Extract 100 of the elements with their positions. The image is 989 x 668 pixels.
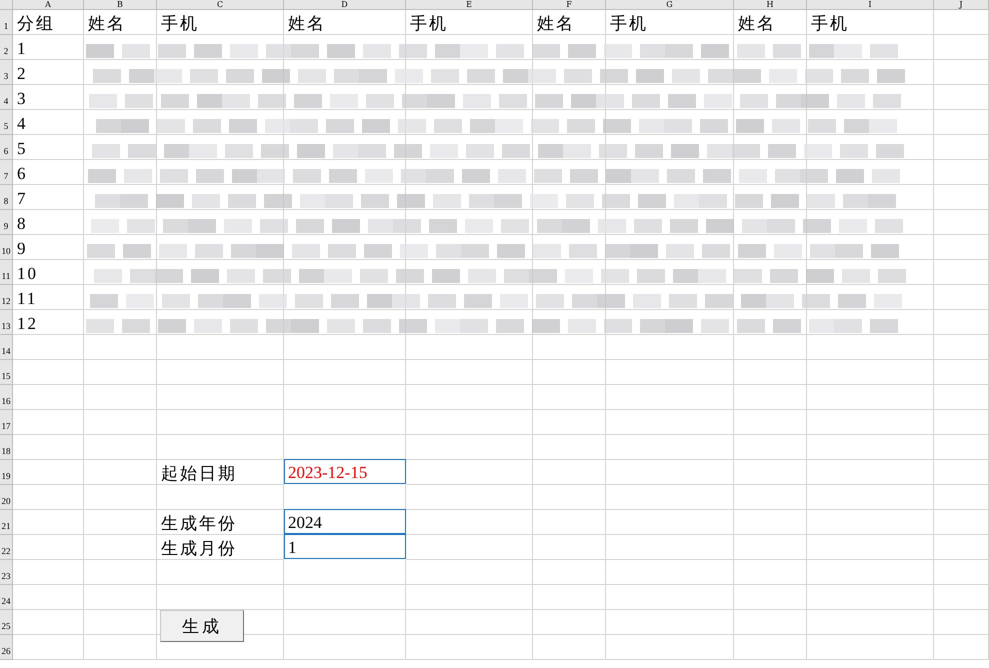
table-cell: 姓名: [84, 10, 157, 35]
table-cell: [934, 235, 989, 260]
input-field[interactable]: 1: [284, 534, 406, 559]
select-all-corner[interactable]: [0, 0, 13, 10]
column-header[interactable]: C: [157, 0, 284, 10]
table-cell: [934, 610, 989, 635]
table-cell: 姓名: [734, 10, 807, 35]
table-cell: 手机: [157, 10, 284, 35]
row-header[interactable]: 20: [0, 485, 13, 510]
table-cell: 起始日期: [157, 460, 284, 485]
table-cell: [934, 460, 989, 485]
row-header[interactable]: 25: [0, 610, 13, 635]
table-cell: [934, 410, 989, 435]
column-header[interactable]: D: [284, 0, 406, 10]
row-header[interactable]: 24: [0, 585, 13, 610]
row-header[interactable]: 8: [0, 185, 13, 210]
table-cell: 手机: [606, 10, 734, 35]
row-header[interactable]: 23: [0, 560, 13, 585]
row-header[interactable]: 16: [0, 385, 13, 410]
table-cell: 9: [13, 235, 84, 260]
table-cell: [934, 510, 989, 535]
table-cell: [934, 435, 989, 460]
column-header[interactable]: I: [807, 0, 934, 10]
table-cell: 手机: [807, 10, 934, 35]
row-header[interactable]: 19: [0, 460, 13, 485]
table-cell: [934, 485, 989, 510]
row-header[interactable]: 17: [0, 410, 13, 435]
row-header[interactable]: 2: [0, 35, 13, 60]
row-header[interactable]: 13: [0, 310, 13, 335]
row-header[interactable]: 9: [0, 210, 13, 235]
table-cell: [934, 210, 989, 235]
table-cell: [934, 385, 989, 410]
table-cell: 8: [13, 210, 84, 235]
table-cell: 手机: [406, 10, 533, 35]
table-cell: [934, 110, 989, 135]
table-cell: [13, 435, 84, 460]
input-field[interactable]: 2024: [284, 509, 406, 534]
row-header[interactable]: 21: [0, 510, 13, 535]
table-cell: [934, 285, 989, 310]
column-header[interactable]: H: [734, 0, 807, 10]
table-cell: [934, 35, 989, 60]
row-header[interactable]: 18: [0, 435, 13, 460]
table-cell: [934, 360, 989, 385]
table-cell: [13, 360, 84, 385]
table-cell: [934, 335, 989, 360]
row-header[interactable]: 22: [0, 535, 13, 560]
column-header[interactable]: A: [13, 0, 84, 10]
row-header[interactable]: 1: [0, 10, 13, 35]
row-header[interactable]: 6: [0, 135, 13, 160]
table-cell: [13, 385, 84, 410]
table-cell: [934, 185, 989, 210]
column-header[interactable]: G: [606, 0, 734, 10]
table-cell: [934, 560, 989, 585]
table-cell: 生成月份: [157, 535, 284, 560]
table-cell: 分组: [13, 10, 84, 35]
table-cell: [13, 460, 84, 485]
table-cell: 3: [13, 85, 84, 110]
table-cell: [13, 635, 84, 660]
table-cell: [13, 410, 84, 435]
table-cell: 生成年份: [157, 510, 284, 535]
table-cell: 10: [13, 260, 84, 285]
table-cell: 11: [13, 285, 84, 310]
table-cell: [13, 535, 84, 560]
table-cell: [934, 635, 989, 660]
table-cell: [13, 610, 84, 635]
table-cell: 5: [13, 135, 84, 160]
row-header[interactable]: 3: [0, 60, 13, 85]
table-cell: 4: [13, 110, 84, 135]
table-cell: [13, 485, 84, 510]
table-cell: 姓名: [533, 10, 606, 35]
generate-button[interactable]: 生成: [160, 610, 244, 642]
table-cell: [13, 585, 84, 610]
table-cell: [934, 585, 989, 610]
column-header[interactable]: J: [934, 0, 989, 10]
table-cell: 12: [13, 310, 84, 335]
table-cell: [934, 310, 989, 335]
table-cell: 1: [13, 35, 84, 60]
row-header[interactable]: 10: [0, 235, 13, 260]
row-header[interactable]: 26: [0, 635, 13, 660]
column-header[interactable]: E: [406, 0, 533, 10]
table-cell: [934, 535, 989, 560]
table-cell: [934, 10, 989, 35]
row-header[interactable]: 12: [0, 285, 13, 310]
column-header[interactable]: B: [84, 0, 157, 10]
row-header[interactable]: 15: [0, 360, 13, 385]
table-cell: 7: [13, 185, 84, 210]
row-header[interactable]: 7: [0, 160, 13, 185]
row-header[interactable]: 4: [0, 85, 13, 110]
table-cell: [934, 160, 989, 185]
table-cell: [934, 135, 989, 160]
table-cell: [13, 560, 84, 585]
column-header[interactable]: F: [533, 0, 606, 10]
table-cell: [13, 335, 84, 360]
input-field[interactable]: 2023-12-15: [284, 459, 406, 484]
row-header[interactable]: 14: [0, 335, 13, 360]
table-cell: [934, 60, 989, 85]
row-header[interactable]: 5: [0, 110, 13, 135]
table-cell: 姓名: [284, 10, 406, 35]
row-header[interactable]: 11: [0, 260, 13, 285]
table-cell: [934, 85, 989, 110]
